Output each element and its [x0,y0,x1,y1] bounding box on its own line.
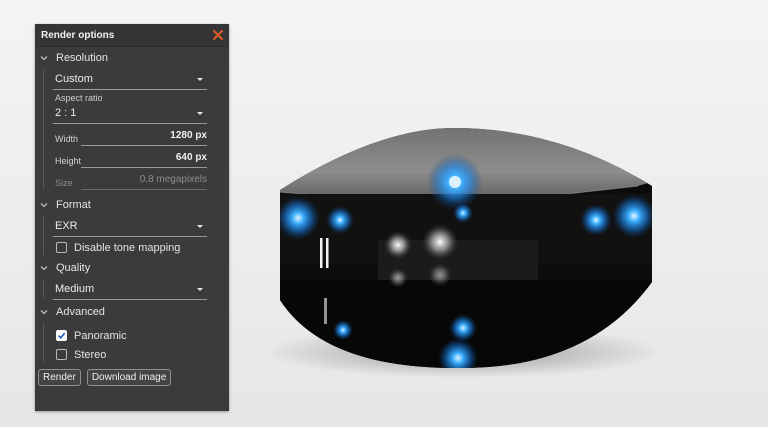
action-buttons: Render Download image [35,364,229,386]
panel-title: Render options [41,29,115,41]
section-resolution-label: Resolution [56,52,108,64]
stereo-checkbox[interactable]: Stereo [53,345,207,364]
size-readout: 0.8 megapixels [81,174,207,190]
render-options-panel: Render options Resolution Custom Aspect … [35,24,229,411]
aspect-ratio-label: Aspect ratio [55,93,103,103]
dropdown-caret-icon [197,77,203,81]
section-resolution-header[interactable]: Resolution [35,47,229,69]
panoramic-render-preview [263,128,658,378]
format-select[interactable]: EXR [53,216,207,237]
width-label: Width [55,134,79,144]
section-resolution-body: Custom Aspect ratio 2 : 1 Width 1280 px … [35,69,229,190]
aspect-ratio-select[interactable]: 2 : 1 [53,103,207,124]
chevron-down-icon [39,53,49,63]
dropdown-caret-icon [197,111,203,115]
aspect-ratio-value: 2 : 1 [55,107,77,119]
panel-header: Render options [35,24,229,47]
dropdown-caret-icon [197,224,203,228]
checkbox-unchecked [56,349,67,360]
panoramic-label: Panoramic [74,329,127,342]
section-format-label: Format [56,199,91,211]
close-icon[interactable] [212,29,224,41]
size-row: Size 0.8 megapixels [53,168,207,190]
disable-tone-mapping-label: Disable tone mapping [74,241,181,254]
chevron-down-icon [39,263,49,273]
render-button[interactable]: Render [38,369,81,386]
resolution-preset-value: Custom [55,73,93,85]
height-label: Height [55,156,82,166]
section-advanced-label: Advanced [56,306,105,318]
format-value: EXR [55,220,78,232]
width-input[interactable]: 1280 px [81,130,207,146]
chevron-down-icon [39,200,49,210]
checkbox-unchecked [56,242,67,253]
section-format-header[interactable]: Format [35,194,229,216]
stereo-label: Stereo [74,348,107,361]
section-quality-label: Quality [56,262,91,274]
section-quality-header[interactable]: Quality [35,257,229,279]
section-advanced-body: Panoramic Stereo [35,323,229,364]
section-format-body: EXR Disable tone mapping [35,216,229,257]
check-icon [56,330,67,341]
height-row: Height 640 px [53,146,207,168]
dropdown-caret-icon [197,287,203,291]
quality-value: Medium [55,283,95,295]
resolution-preset-select[interactable]: Custom [53,69,207,90]
download-image-button[interactable]: Download image [86,369,172,386]
quality-select[interactable]: Medium [53,279,207,300]
width-row: Width 1280 px [53,124,207,146]
height-input[interactable]: 640 px [81,152,207,168]
disable-tone-mapping-checkbox[interactable]: Disable tone mapping [53,238,207,257]
section-quality-body: Medium [35,279,229,300]
chevron-down-icon [39,307,49,317]
size-label: Size [55,178,73,188]
section-advanced-header[interactable]: Advanced [35,301,229,323]
panoramic-checkbox[interactable]: Panoramic [53,326,207,345]
